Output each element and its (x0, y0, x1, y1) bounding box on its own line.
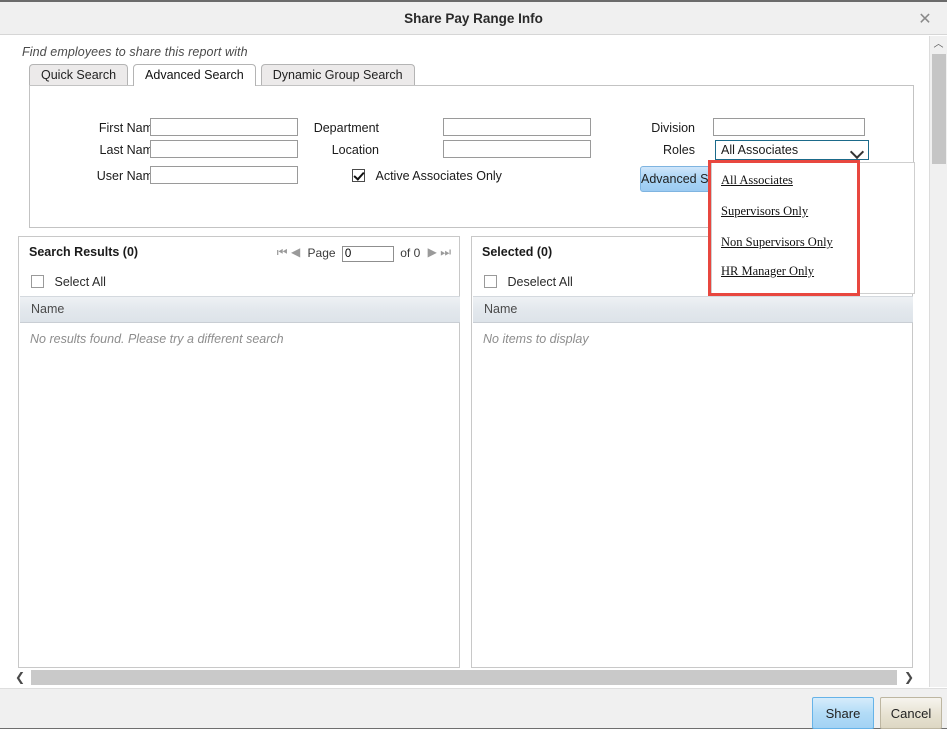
chevron-down-icon (850, 144, 864, 158)
tab-dynamic-group-search[interactable]: Dynamic Group Search (260, 64, 415, 86)
active-associates-only-checkbox[interactable] (352, 169, 365, 182)
scroll-right-icon[interactable]: ❯ (901, 669, 917, 686)
results-pagination: ⏮ ◀ Page of 0 ▶ ⏭ (277, 245, 451, 262)
deselect-all-label: Deselect All (507, 275, 573, 289)
vertical-scroll-thumb[interactable] (932, 54, 946, 164)
page-label: Page (307, 246, 336, 260)
select-all-checkbox[interactable] (31, 275, 44, 288)
roles-label: Roles (663, 143, 695, 157)
search-results-title: Search Results (0) (29, 245, 139, 259)
dialog-footer: Share Cancel (0, 688, 947, 729)
tab-advanced-search[interactable]: Advanced Search (133, 64, 256, 86)
horizontal-scrollbar[interactable]: ❮ ❯ (9, 668, 920, 688)
department-input[interactable] (443, 118, 591, 136)
user-name-input[interactable] (150, 166, 298, 184)
selected-panel: Selected (0) Deselect All Name No items … (471, 236, 913, 668)
selected-column-name: Name (484, 302, 518, 316)
division-input[interactable] (713, 118, 865, 136)
deselect-all-checkbox[interactable] (484, 275, 497, 288)
page-total-label: of 0 (400, 246, 421, 260)
location-input[interactable] (443, 140, 591, 158)
selected-title: Selected (0) (482, 245, 553, 259)
roles-dropdown-menu: All Associates Supervisors Only Non Supe… (711, 162, 915, 294)
page-number-input[interactable] (341, 246, 394, 262)
first-page-icon[interactable]: ⏮ (277, 245, 288, 260)
horizontal-scroll-thumb[interactable] (31, 670, 897, 685)
location-label: Location (331, 143, 379, 157)
search-tabs: Quick Search Advanced Search Dynamic Gro… (29, 64, 420, 86)
cancel-button[interactable]: Cancel (880, 697, 942, 729)
share-button[interactable]: Share (812, 697, 874, 729)
division-label: Division (651, 121, 695, 135)
dialog-title: Share Pay Range Info (404, 11, 543, 26)
selected-column-header: Name (473, 296, 913, 323)
search-results-panel: Search Results (0) ⏮ ◀ Page of 0 ▶ ⏭ Sel… (18, 236, 460, 668)
select-all-row: Select All (31, 275, 106, 289)
scroll-left-icon[interactable]: ❮ (12, 669, 28, 686)
roles-option-supervisors-only[interactable]: Supervisors Only (721, 204, 808, 219)
selected-empty-message: No items to display (483, 332, 589, 346)
dialog-hint-text: Find employees to share this report with (22, 45, 248, 59)
tab-quick-search[interactable]: Quick Search (29, 64, 129, 86)
roles-select[interactable]: All Associates (715, 140, 869, 160)
roles-option-non-supervisors-only[interactable]: Non Supervisors Only (721, 235, 833, 250)
results-column-header: Name (20, 296, 460, 323)
active-associates-only-label: Active Associates Only (375, 169, 502, 183)
share-pay-range-dialog: Share Pay Range Info ✕ Find employees to… (0, 0, 947, 729)
last-page-icon[interactable]: ⏭ (440, 245, 451, 260)
last-name-input[interactable] (150, 140, 298, 158)
results-empty-message: No results found. Please try a different… (30, 332, 284, 346)
first-name-input[interactable] (150, 118, 298, 136)
close-icon[interactable]: ✕ (913, 8, 937, 30)
user-name-label: User Name (96, 169, 160, 183)
select-all-label: Select All (54, 275, 106, 289)
roles-option-all-associates[interactable]: All Associates (721, 173, 793, 188)
results-column-name: Name (31, 302, 65, 316)
roles-selected-value: All Associates (721, 143, 799, 157)
roles-option-hr-manager-only[interactable]: HR Manager Only (721, 264, 814, 279)
vertical-scrollbar[interactable]: ︿ (929, 36, 947, 687)
department-label: Department (313, 121, 379, 135)
first-name-label: First Name (98, 121, 160, 135)
prev-page-icon[interactable]: ◀ (291, 245, 300, 259)
active-associates-only-row: Active Associates Only (352, 169, 502, 183)
dialog-titlebar: Share Pay Range Info ✕ (0, 2, 947, 35)
scroll-up-icon[interactable]: ︿ (930, 36, 947, 53)
last-name-label: Last Name (99, 143, 160, 157)
next-page-icon[interactable]: ▶ (428, 245, 437, 259)
deselect-all-row: Deselect All (484, 275, 573, 289)
